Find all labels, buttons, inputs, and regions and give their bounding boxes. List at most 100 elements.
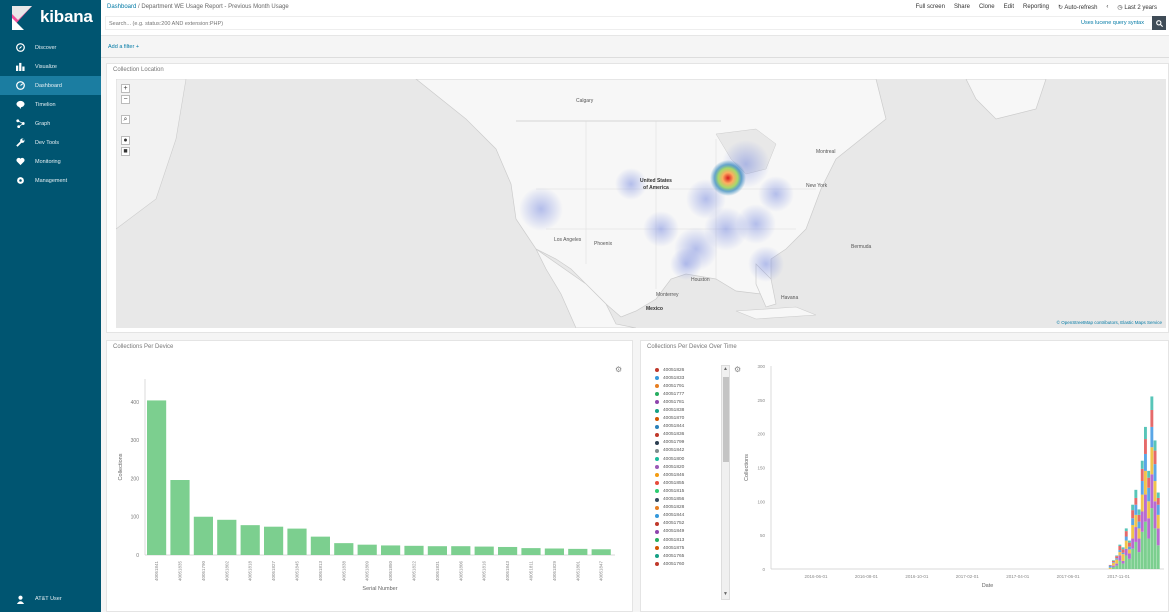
- sidebar-item-dashboard[interactable]: Dashboard: [0, 76, 101, 95]
- map-label-calgary: Calgary: [576, 98, 594, 104]
- x-tick-label: 40051813: [318, 561, 323, 582]
- user-menu[interactable]: AT&T User: [0, 590, 101, 608]
- sidebar-item-label: Discover: [35, 44, 57, 51]
- zoom-in-button[interactable]: +: [121, 84, 130, 93]
- sidebar-item-discover[interactable]: Discover: [0, 38, 101, 57]
- sidebar-item-label: Dashboard: [35, 82, 62, 89]
- histogram-bar-segment: [1153, 481, 1157, 502]
- histogram-bar-segment: [1140, 468, 1144, 482]
- bar: [334, 543, 354, 555]
- histogram-bar-segment: [1124, 531, 1128, 537]
- histogram-bar-segment: [1156, 528, 1160, 546]
- map-label-montreal: Montreal: [816, 149, 836, 155]
- histogram-bar-segment: [1128, 542, 1131, 547]
- histogram-bar-segment: [1124, 555, 1128, 569]
- x-tick-label: 2017-04-01: [1006, 574, 1030, 579]
- auto-refresh-button[interactable]: ↻ Auto-refresh: [1058, 4, 1097, 11]
- histogram-bar-segment: [1128, 549, 1131, 554]
- map-label-phoenix: Phoenix: [594, 241, 613, 247]
- histogram-bar-segment: [1121, 554, 1125, 561]
- y-tick-label: 300: [757, 364, 765, 369]
- sidebar-item-timelion[interactable]: Timelion: [0, 95, 101, 114]
- map-label-los-angeles: Los Angeles: [554, 237, 582, 243]
- search-input[interactable]: [109, 18, 1009, 29]
- map-panel: Collection Location + − ⌕ ● ■ United Sta…: [106, 63, 1169, 333]
- bar: [310, 536, 330, 555]
- bar: [474, 546, 494, 555]
- map-canvas[interactable]: + − ⌕ ● ■ United States of America Mexic…: [116, 79, 1166, 328]
- sidebar-item-dev-tools[interactable]: Dev Tools: [0, 133, 101, 152]
- histogram-bar-segment: [1153, 450, 1157, 465]
- histogram-bar-segment: [1134, 489, 1138, 498]
- time-back-icon[interactable]: ‹: [1106, 4, 1108, 11]
- histogram-bar-segment: [1108, 565, 1112, 568]
- sidebar-item-label: Management: [35, 177, 68, 184]
- histogram-bar-segment: [1115, 556, 1119, 559]
- brand[interactable]: kibana: [0, 0, 101, 34]
- breadcrumb-current: Department WE Usage Report - Previous Mo…: [141, 4, 289, 10]
- breadcrumb-separator: /: [138, 4, 140, 10]
- time-picker-button[interactable]: ◷ Last 2 years: [1117, 4, 1157, 11]
- heartbeat-icon: [15, 157, 25, 167]
- sidebar-item-management[interactable]: Management: [0, 171, 101, 190]
- sidebar-item-label: Dev Tools: [35, 139, 60, 146]
- land-north-america: [415, 79, 887, 318]
- x-tick-label: 40051827: [271, 561, 276, 582]
- reporting-button[interactable]: Reporting: [1023, 4, 1049, 11]
- zoom-out-button[interactable]: −: [121, 95, 130, 104]
- histogram-bar-segment: [1140, 481, 1144, 495]
- map-label-monterrey: Monterrey: [656, 292, 679, 298]
- histogram-bar-segment: [1137, 538, 1141, 553]
- histogram-bar-segment: [1147, 501, 1151, 519]
- kibana-logo-icon: [12, 6, 34, 30]
- breadcrumb-dashboard-link[interactable]: Dashboard: [107, 4, 136, 10]
- histogram-bar-segment: [1121, 549, 1125, 553]
- sidebar-item-monitoring[interactable]: Monitoring: [0, 152, 101, 171]
- bar: [357, 544, 377, 555]
- histogram-bar-segment: [1124, 528, 1128, 532]
- x-tick-label: 40051801: [575, 561, 580, 582]
- full-screen-button[interactable]: Full screen: [916, 4, 945, 11]
- y-tick-label: 400: [131, 400, 140, 406]
- breadcrumb: Dashboard / Department WE Usage Report -…: [107, 4, 289, 10]
- histogram-bar-segment: [1140, 511, 1144, 532]
- histogram-bar-segment: [1140, 494, 1144, 512]
- y-tick-label: 150: [757, 466, 765, 471]
- y-tick-label: 200: [757, 432, 765, 437]
- histogram-bar-segment: [1156, 514, 1160, 529]
- search-button[interactable]: [1152, 16, 1166, 30]
- map-attribution-link[interactable]: © OpenStreetMap contributors, Elastic Ma…: [1057, 320, 1162, 325]
- histogram-bar-segment: [1131, 504, 1135, 511]
- edit-button[interactable]: Edit: [1004, 4, 1014, 11]
- query-syntax-link[interactable]: Uses lucene query syntax: [1081, 20, 1144, 26]
- histogram-bar-segment: [1131, 510, 1135, 519]
- histogram-bar-segment: [1137, 528, 1141, 539]
- histogram-bar-segment: [1124, 540, 1128, 549]
- histogram-bar-segment: [1112, 566, 1115, 569]
- sidebar-item-label: Monitoring: [35, 158, 61, 165]
- sidebar-item-label: Timelion: [35, 101, 56, 108]
- histogram-bar-segment: [1150, 447, 1154, 475]
- histogram-bar-segment: [1131, 548, 1135, 569]
- search-icon[interactable]: ⌕: [121, 115, 130, 124]
- kibana-app: kibana Discover Visualize Dashboard Time…: [0, 0, 1169, 612]
- histogram-bar-segment: [1121, 547, 1125, 550]
- histogram-bar-segment: [1108, 564, 1112, 566]
- sidebar-item-visualize[interactable]: Visualize: [0, 57, 101, 76]
- draw-rect-icon[interactable]: ■: [121, 147, 130, 156]
- x-tick-label: 40051818: [248, 561, 253, 582]
- bar: [240, 525, 260, 555]
- collections-over-time-panel: Collections Per Device Over Time 4005182…: [640, 340, 1169, 612]
- share-button[interactable]: Share: [954, 4, 970, 11]
- histogram-bar-segment: [1137, 514, 1141, 522]
- add-filter-button[interactable]: Add a filter +: [108, 44, 139, 50]
- bar: [404, 545, 424, 555]
- top-bar: Dashboard / Department WE Usage Report -…: [101, 0, 1169, 36]
- histogram-bar-segment: [1112, 560, 1115, 563]
- draw-shape-icon[interactable]: ●: [121, 136, 130, 145]
- sidebar-item-graph[interactable]: Graph: [0, 114, 101, 133]
- clone-button[interactable]: Clone: [979, 4, 995, 11]
- bar: [451, 546, 471, 555]
- map-label-bermuda: Bermuda: [851, 244, 872, 250]
- histogram-bar-segment: [1118, 552, 1122, 556]
